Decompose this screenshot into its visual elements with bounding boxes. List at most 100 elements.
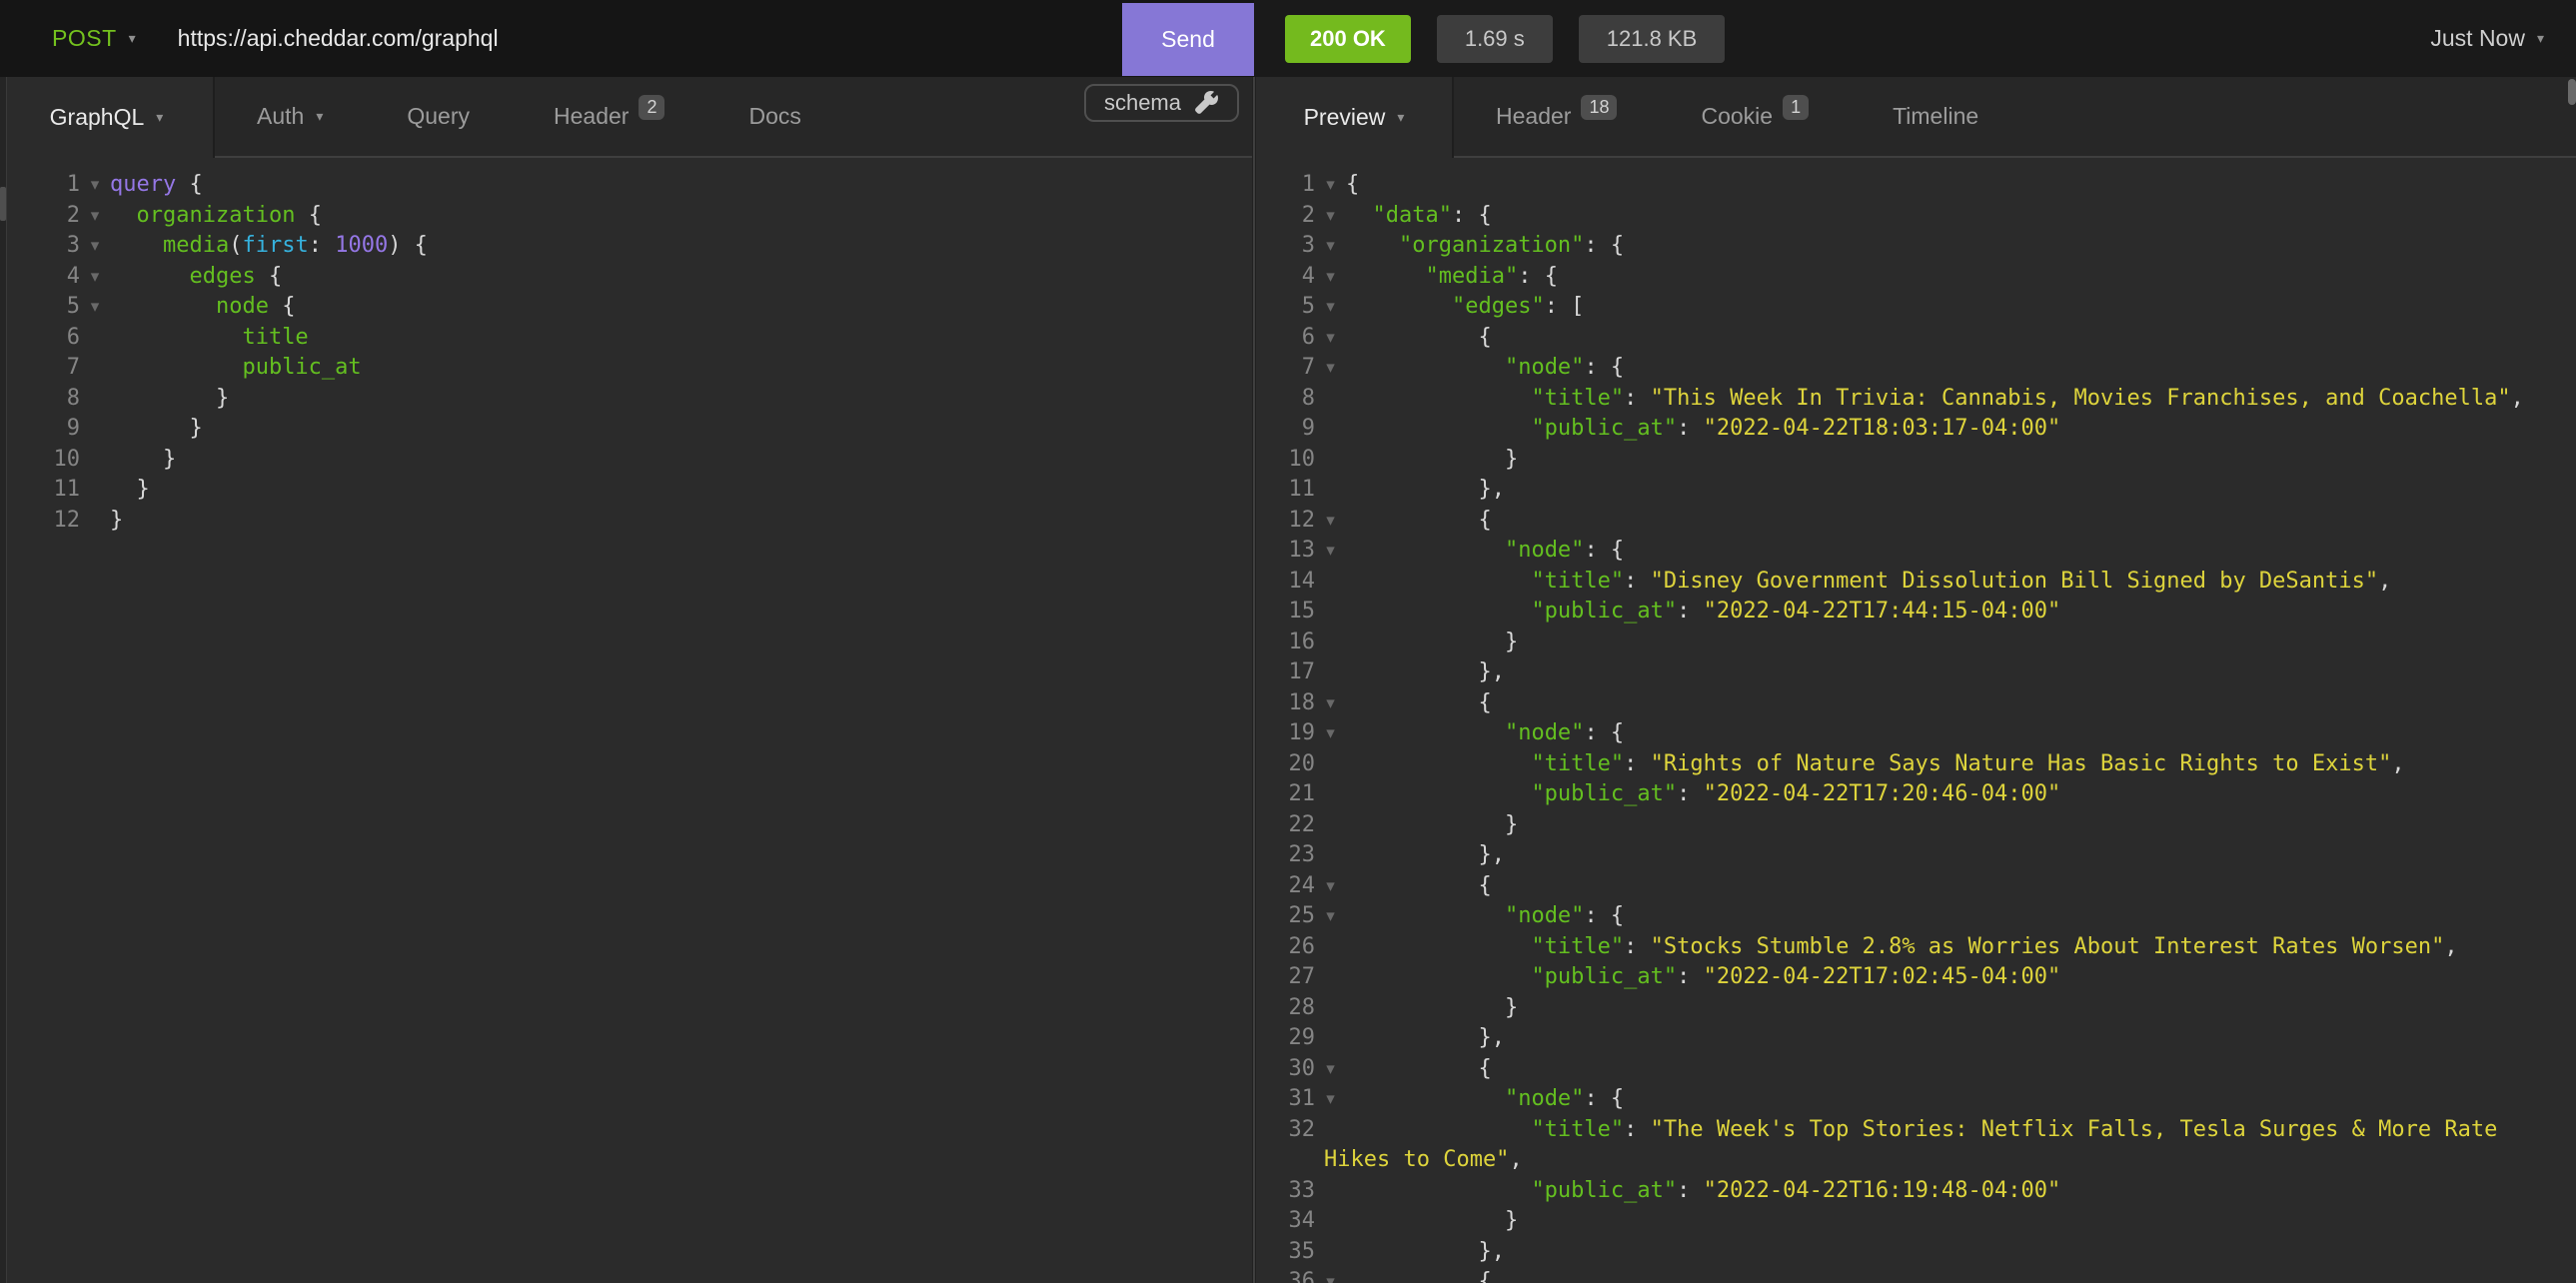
code-line: 18▾ { (1256, 688, 2576, 719)
fold-arrow-icon[interactable]: ▾ (1315, 262, 1346, 293)
line-number: 16 (1256, 628, 1315, 658)
line-number: 33 (1256, 1176, 1315, 1207)
response-preview-editor[interactable]: 1▾{2▾ "data": {3▾ "organization": {4▾ "m… (1256, 158, 2576, 1283)
line-number: 27 (1256, 962, 1315, 993)
code-line: 21 "public_at": "2022-04-22T17:20:46-04:… (1256, 779, 2576, 810)
fold-arrow-icon[interactable]: ▾ (1315, 1267, 1346, 1283)
response-meta: 200 OK 1.69 s 121.8 KB Just Now ▾ (1254, 0, 2576, 77)
code-text: "edges": [ (1346, 292, 1584, 323)
code-text: { (1346, 688, 1492, 719)
tab-cookie[interactable]: Cookie 1 (1659, 77, 1851, 156)
fold-gutter (1315, 993, 1346, 1024)
code-line: 26 "title": "Stocks Stumble 2.8% as Worr… (1256, 932, 2576, 963)
fold-arrow-icon[interactable]: ▾ (1315, 231, 1346, 262)
line-number: 32 (1256, 1115, 1315, 1146)
code-text: media(first: 1000) { (110, 231, 428, 262)
code-line: 35 }, (1256, 1237, 2576, 1268)
fold-arrow-icon[interactable]: ▾ (1315, 871, 1346, 902)
code-line: 15 "public_at": "2022-04-22T17:44:15-04:… (1256, 597, 2576, 628)
code-line: 9 "public_at": "2022-04-22T18:03:17-04:0… (1256, 414, 2576, 445)
line-number: 11 (0, 475, 80, 506)
send-button[interactable]: Send (1122, 3, 1254, 76)
code-text: } (110, 414, 203, 445)
tab-graphql[interactable]: GraphQL▾ (0, 77, 215, 158)
scrollbar-thumb[interactable] (2568, 79, 2576, 105)
fold-arrow-icon[interactable]: ▾ (1315, 170, 1346, 201)
tab-header[interactable]: Header2 (512, 77, 706, 156)
url-input[interactable]: https://api.cheddar.com/graphql (178, 25, 499, 52)
code-line: 2▾ "data": { (1256, 201, 2576, 232)
fold-arrow-icon[interactable]: ▾ (1315, 292, 1346, 323)
line-number: 23 (1256, 840, 1315, 871)
code-line: 20 "title": "Rights of Nature Says Natur… (1256, 749, 2576, 780)
graphql-query-editor[interactable]: 1▾query {2▾ organization {3▾ media(first… (0, 158, 1252, 1283)
tab-label: Cookie (1701, 103, 1773, 130)
line-number: 1 (1256, 170, 1315, 201)
fold-gutter (80, 323, 110, 354)
tab-auth[interactable]: Auth▾ (215, 77, 365, 156)
fold-arrow-icon[interactable]: ▾ (1315, 353, 1346, 384)
fold-arrow-icon[interactable]: ▾ (80, 262, 110, 293)
history-dropdown[interactable]: Just Now ▾ (2430, 25, 2544, 52)
code-line: 32 "title": "The Week's Top Stories: Net… (1256, 1115, 2576, 1146)
fold-arrow-icon[interactable]: ▾ (80, 170, 110, 201)
tab-timeline[interactable]: Timeline (1851, 77, 2020, 156)
code-line: 33 "public_at": "2022-04-22T16:19:48-04:… (1256, 1176, 2576, 1207)
line-number: 14 (1256, 567, 1315, 598)
code-line: 19▾ "node": { (1256, 718, 2576, 749)
tab-preview[interactable]: Preview▾ (1256, 77, 1454, 158)
fold-arrow-icon[interactable]: ▾ (1315, 536, 1346, 567)
fold-arrow-icon[interactable]: ▾ (1315, 901, 1346, 932)
line-number: 3 (0, 231, 80, 262)
code-line: 31▾ "node": { (1256, 1084, 2576, 1115)
line-number: 1 (0, 170, 80, 201)
request-bar: POST ▾ https://api.cheddar.com/graphql S… (0, 0, 2576, 77)
fold-gutter (1315, 657, 1346, 688)
fold-arrow-icon[interactable]: ▾ (1315, 1084, 1346, 1115)
fold-arrow-icon[interactable]: ▾ (1315, 506, 1346, 537)
fold-arrow-icon[interactable]: ▾ (1315, 201, 1346, 232)
fold-arrow-icon[interactable]: ▾ (1315, 1054, 1346, 1085)
history-label: Just Now (2430, 25, 2525, 52)
line-number: 26 (1256, 932, 1315, 963)
schema-button[interactable]: schema (1084, 84, 1239, 122)
pane-left-rail (0, 77, 7, 1283)
tab-label: Auth (257, 103, 304, 130)
code-text: "title": "The Week's Top Stories: Netfli… (1346, 1115, 2511, 1146)
fold-gutter (80, 506, 110, 537)
line-number: 29 (1256, 1023, 1315, 1054)
tab-header[interactable]: Header18 (1454, 77, 1659, 156)
code-line: 8 "title": "This Week In Trivia: Cannabi… (1256, 384, 2576, 415)
fold-gutter (1315, 1237, 1346, 1268)
code-line: 6▾ { (1256, 323, 2576, 354)
fold-gutter (1315, 414, 1346, 445)
code-line: 4▾ "media": { (1256, 262, 2576, 293)
drag-handle[interactable] (0, 187, 6, 221)
method-dropdown[interactable]: POST (52, 25, 117, 52)
code-text: edges { (110, 262, 282, 293)
code-line: 30▾ { (1256, 1054, 2576, 1085)
fold-gutter (1315, 384, 1346, 415)
tab-query[interactable]: Query (365, 77, 512, 156)
code-text: "data": { (1346, 201, 1492, 232)
code-line: 13▾ "node": { (1256, 536, 2576, 567)
api-client-window: POST ▾ https://api.cheddar.com/graphql S… (0, 0, 2576, 1283)
tab-count-badge: 1 (1783, 95, 1809, 120)
fold-arrow-icon[interactable]: ▾ (80, 201, 110, 232)
fold-arrow-icon[interactable]: ▾ (1315, 688, 1346, 719)
code-text: organization { (110, 201, 322, 232)
code-text: "public_at": "2022-04-22T18:03:17-04:00" (1346, 414, 2060, 445)
line-number: 4 (0, 262, 80, 293)
response-tabbar: Preview▾Header18 Cookie 1 Timeline (1256, 77, 2576, 158)
fold-arrow-icon[interactable]: ▾ (80, 231, 110, 262)
tab-docs[interactable]: Docs (706, 77, 842, 156)
fold-arrow-icon[interactable]: ▾ (1315, 718, 1346, 749)
wrench-icon (1193, 90, 1219, 116)
line-number (1256, 1145, 1315, 1176)
fold-gutter (1315, 932, 1346, 963)
line-number: 20 (1256, 749, 1315, 780)
url-bar[interactable]: POST ▾ https://api.cheddar.com/graphql (0, 0, 1122, 77)
code-text: } (1346, 810, 1518, 841)
fold-arrow-icon[interactable]: ▾ (1315, 323, 1346, 354)
fold-arrow-icon[interactable]: ▾ (80, 292, 110, 323)
